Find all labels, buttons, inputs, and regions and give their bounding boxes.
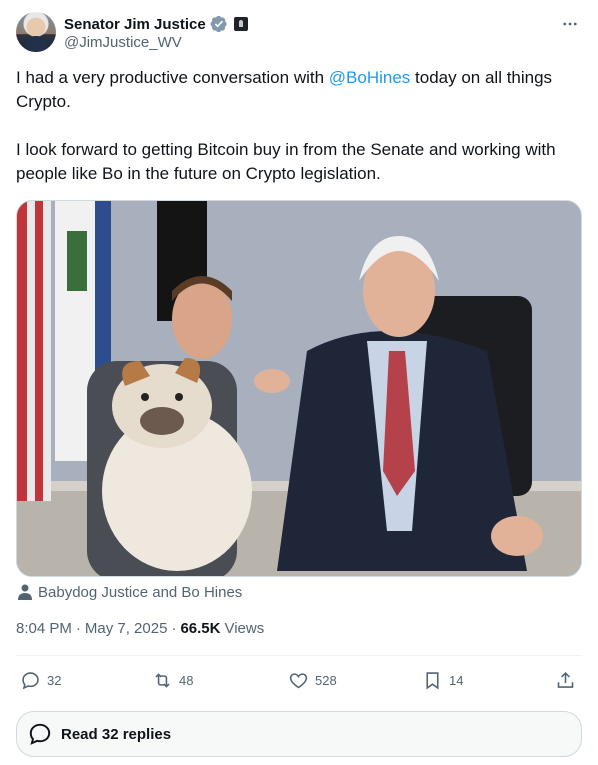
tweet-header: Senator Jim Justice @JimJustice_WV [16, 12, 582, 56]
views-count: 66.5K [180, 619, 221, 637]
reply-button[interactable]: 32 [20, 664, 61, 696]
handle[interactable]: @JimJustice_WV [64, 34, 182, 51]
repost-count: 48 [179, 672, 194, 688]
like-button[interactable]: 528 [288, 664, 337, 696]
reply-count: 32 [47, 672, 62, 688]
avatar[interactable] [16, 12, 56, 52]
mention-link[interactable]: @BoHines [329, 68, 411, 87]
gov-badge-icon[interactable] [233, 17, 248, 31]
like-count: 528 [315, 672, 337, 688]
speech-bubble-icon [29, 723, 51, 745]
views-label: Views [224, 619, 265, 637]
read-replies-button[interactable]: Read 32 replies [16, 711, 582, 757]
meta-separator: · [75, 619, 81, 637]
read-replies-label: Read 32 replies [61, 725, 172, 743]
tagged-people-label: Babydog Justice and Bo Hines [38, 583, 243, 601]
repost-button[interactable]: 48 [152, 664, 193, 696]
tweet-photo[interactable] [16, 200, 582, 577]
bookmark-button[interactable]: 14 [422, 664, 463, 696]
tweet-text-segment: I had a very productive conversation wit… [16, 68, 329, 87]
divider [16, 655, 582, 656]
bookmark-icon [426, 671, 439, 689]
action-bar: 32 48 528 14 [16, 664, 582, 696]
tweet-meta: 8:04 PM · May 7, 2025 · 66.5K Views [16, 618, 264, 638]
tweet-paragraph-1: I had a very productive conversation wit… [16, 66, 582, 114]
verified-icon[interactable] [210, 15, 228, 33]
reply-icon [22, 671, 39, 689]
tweet-text: I had a very productive conversation wit… [16, 66, 582, 210]
more-icon[interactable] [560, 14, 580, 34]
share-button[interactable] [555, 664, 576, 696]
tweet-paragraph-2: I look forward to getting Bitcoin buy in… [16, 140, 556, 183]
tweet-date[interactable]: May 7, 2025 [85, 620, 168, 637]
tweet-time[interactable]: 8:04 PM [16, 620, 72, 637]
photo-scene [17, 201, 581, 576]
like-icon [289, 672, 308, 688]
person-icon [18, 584, 32, 600]
tagged-people[interactable]: Babydog Justice and Bo Hines [18, 582, 242, 602]
author-name-row: Senator Jim Justice [64, 14, 248, 34]
share-icon [557, 671, 574, 688]
meta-separator: · [171, 619, 177, 637]
repost-icon [155, 672, 170, 688]
display-name[interactable]: Senator Jim Justice [64, 16, 206, 33]
bookmark-count: 14 [449, 672, 464, 688]
